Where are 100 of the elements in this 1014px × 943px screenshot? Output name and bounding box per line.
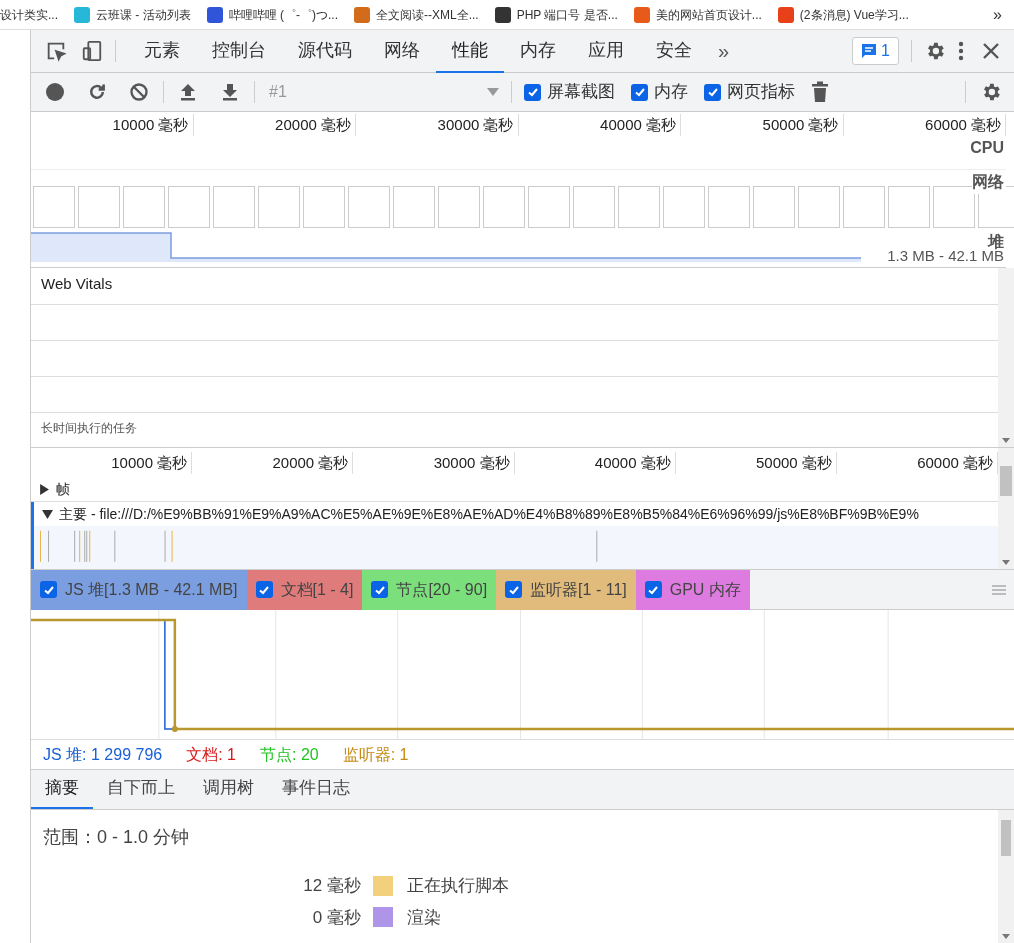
screenshot-thumbnail xyxy=(438,186,480,228)
panel-tab[interactable]: 应用 xyxy=(572,29,640,73)
bookmark-link[interactable]: (2条消息) Vue学习... xyxy=(799,5,909,24)
bookmark-link[interactable]: 设计类实... xyxy=(0,5,58,24)
time-tick-label: 30000 毫秒 xyxy=(437,114,514,135)
screenshot-thumbnail xyxy=(258,186,300,228)
record-icon[interactable] xyxy=(45,82,65,102)
panel-tab[interactable]: 控制台 xyxy=(196,29,282,73)
checkbox[interactable] xyxy=(644,581,662,598)
more-bookmarks-button[interactable]: » xyxy=(993,2,1014,27)
time-tick-label: 60000 毫秒 xyxy=(917,452,994,473)
time-tick-label: 40000 毫秒 xyxy=(600,114,676,135)
scrollbar-thumb[interactable] xyxy=(1001,820,1011,856)
clear-icon[interactable] xyxy=(129,82,149,102)
checkmark-icon xyxy=(633,86,646,98)
bookmark-link[interactable]: 云班课 - 活动列表 xyxy=(96,5,191,24)
trash-icon[interactable] xyxy=(811,81,829,103)
checkmark-icon xyxy=(706,86,719,98)
bookmark-link[interactable]: PHP 端口号 是否... xyxy=(516,5,618,24)
collapse-triangle-icon[interactable] xyxy=(42,508,53,520)
close-icon[interactable] xyxy=(982,42,1000,60)
screenshot-thumbnail xyxy=(708,186,750,228)
counter-legend-item[interactable]: GPU 内存 xyxy=(635,569,750,610)
upload-icon[interactable] xyxy=(178,82,198,102)
counter-value: 监听器: 1 xyxy=(342,744,409,765)
checkbox[interactable] xyxy=(524,83,541,101)
panel-tab[interactable]: 元素 xyxy=(128,29,196,73)
duration-value: 0 毫秒 xyxy=(311,906,361,929)
screenshot-thumbnail xyxy=(213,186,255,228)
scrollbar[interactable] xyxy=(998,810,1014,943)
dropdown-caret-icon xyxy=(487,87,499,97)
time-tick-label: 50000 毫秒 xyxy=(762,114,839,135)
favicon-icon xyxy=(206,6,223,23)
details-tab[interactable]: 调用树 xyxy=(189,769,268,809)
favicon-icon xyxy=(494,6,511,23)
checkbox[interactable] xyxy=(505,581,523,598)
panel-tab[interactable]: 源代码 xyxy=(282,29,368,73)
details-tab[interactable]: 自下而上 xyxy=(93,769,189,809)
counter-value: 节点: 20 xyxy=(260,744,319,765)
network-track-label: 网络 xyxy=(972,170,1006,194)
checkbox[interactable] xyxy=(255,581,273,598)
scrollbar[interactable] xyxy=(998,268,1014,447)
screenshot-thumbnail xyxy=(168,186,210,228)
more-tabs-button[interactable]: » xyxy=(708,36,740,66)
inspect-cursor-icon[interactable] xyxy=(45,40,67,62)
checkbox[interactable] xyxy=(704,83,721,101)
screenshot-thumbnail xyxy=(798,186,840,228)
favicon-icon xyxy=(74,6,90,23)
checkbox[interactable] xyxy=(631,83,648,101)
details-tab[interactable]: 事件日志 xyxy=(268,769,364,809)
counter-legend-item[interactable]: 节点[20 - 90] xyxy=(362,569,497,610)
screenshot-thumbnail xyxy=(393,186,435,228)
option-label: 内存 xyxy=(654,81,688,104)
time-tick-label: 10000 毫秒 xyxy=(112,114,189,135)
device-toggle-icon[interactable] xyxy=(81,40,103,62)
duration-value: 12 毫秒 xyxy=(302,875,361,897)
counter-value: JS 堆: 1 299 796 xyxy=(43,744,163,765)
bookmark-link[interactable]: 美的网站首页设计... xyxy=(655,5,762,24)
details-tab[interactable]: 摘要 xyxy=(31,769,93,809)
scroll-down-arrow-icon[interactable] xyxy=(1002,438,1010,443)
scrollbar[interactable] xyxy=(998,448,1014,569)
cpu-track-label: CPU xyxy=(970,138,1005,158)
favicon-icon xyxy=(354,6,370,23)
scrollbar-thumb[interactable] xyxy=(1000,466,1012,496)
long-tasks-label: 长时间执行的任务 xyxy=(41,421,137,435)
panel-tab[interactable]: 安全 xyxy=(640,29,708,73)
screenshot-thumbnail xyxy=(528,186,570,228)
panel-tab[interactable]: 网络 xyxy=(368,29,436,73)
counter-legend-item[interactable]: 监听器[1 - 11] xyxy=(496,569,636,610)
checkbox[interactable] xyxy=(371,581,389,598)
screenshot-thumbnail xyxy=(933,186,975,228)
checkbox[interactable] xyxy=(40,581,57,598)
screenshot-thumbnail xyxy=(753,186,795,228)
track-title[interactable]: 主要 - file:///D:/%E9%BB%91%E9%A9%AC%E5%AE%9E%E8%AE%AD%E4%B8%89%E8%B5%84%E6%96%99/js%E8%BF%9B%E9% xyxy=(59,503,919,525)
panel-tab[interactable]: 内存 xyxy=(504,29,572,73)
category-label: 渲染 xyxy=(407,906,441,929)
summary-range: 范围：0 - 1.0 分钟 xyxy=(43,826,191,849)
screenshot-thumbnail xyxy=(663,186,705,228)
time-tick-label: 50000 毫秒 xyxy=(755,452,832,473)
checkmark-icon xyxy=(526,86,539,98)
scroll-down-arrow-icon[interactable] xyxy=(1002,934,1010,939)
bookmark-link[interactable]: 全文阅读--XML全... xyxy=(376,5,479,24)
screenshot-thumbnail xyxy=(843,186,885,228)
track-title[interactable]: 帧 xyxy=(56,479,70,500)
more-options-icon[interactable] xyxy=(958,40,964,62)
time-tick-label: 30000 毫秒 xyxy=(433,452,510,473)
sample-point xyxy=(171,726,178,733)
reload-icon[interactable] xyxy=(87,82,107,102)
screenshot-thumbnail xyxy=(303,186,345,228)
counter-legend-item[interactable]: JS 堆[1.3 MB - 42.1 MB] xyxy=(31,569,247,610)
time-tick-label: 40000 毫秒 xyxy=(594,452,671,473)
favicon-icon xyxy=(633,6,650,23)
expand-triangle-icon[interactable] xyxy=(39,484,50,495)
scroll-down-arrow-icon[interactable] xyxy=(1002,560,1010,565)
download-icon[interactable] xyxy=(220,82,240,102)
option-label: 网页指标 xyxy=(727,81,795,104)
issues-button[interactable]: 1 xyxy=(852,37,899,65)
message-icon xyxy=(861,43,878,59)
screenshot-thumbnail xyxy=(483,186,525,228)
bookmark-link[interactable]: 哔哩哔哩 (゜-゜)つ... xyxy=(228,5,338,24)
